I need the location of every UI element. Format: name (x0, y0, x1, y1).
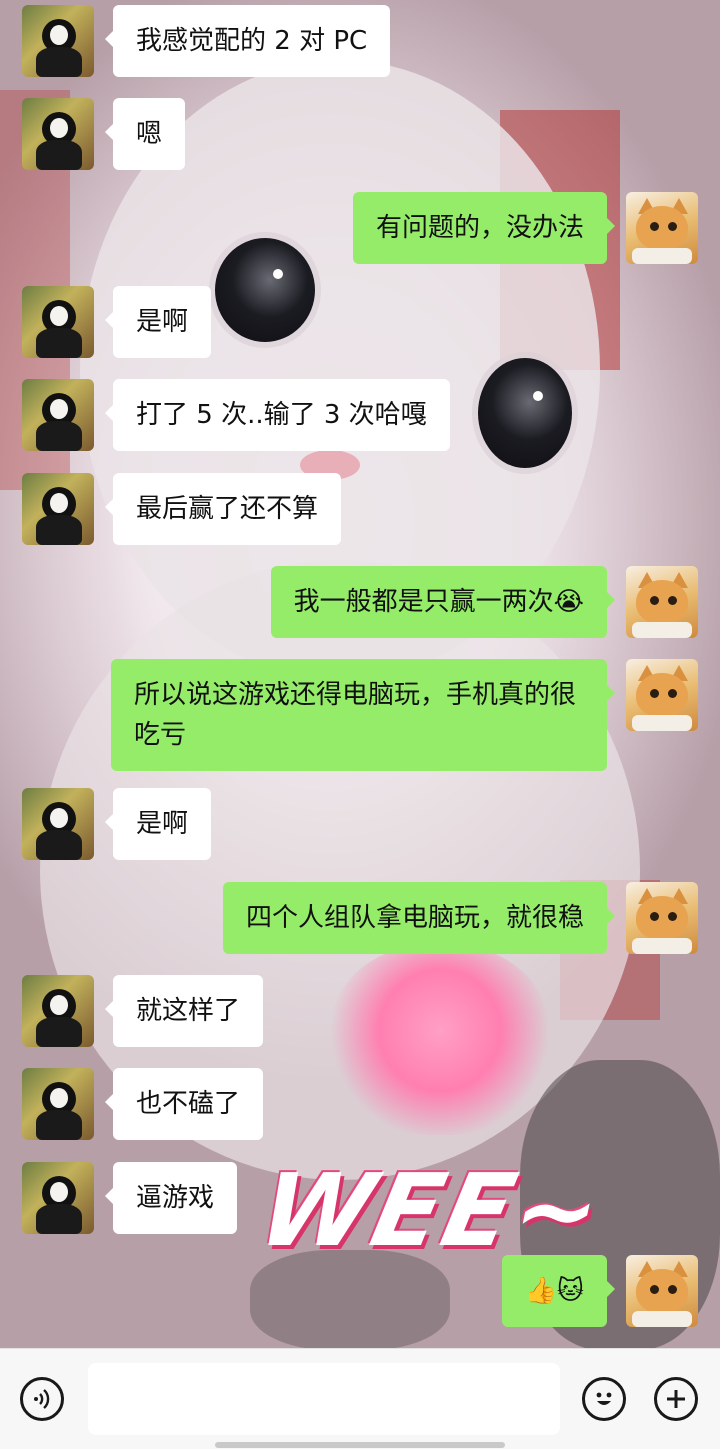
friend-avatar[interactable] (22, 788, 94, 860)
message-bubble[interactable]: 四个人组队拿电脑玩，就很稳 (222, 882, 616, 954)
message-bubble[interactable]: 我一般都是只赢一两次😭 (270, 566, 616, 638)
message-bubble[interactable]: 打了 5 次..输了 3 次哈嘎 (105, 379, 450, 451)
my-avatar[interactable] (626, 192, 698, 264)
message-bubble[interactable]: 最后赢了还不算 (104, 473, 342, 545)
friend-avatar[interactable] (22, 1162, 94, 1234)
my-avatar[interactable] (626, 566, 698, 638)
heart-sticker (330, 945, 550, 1135)
emoji-message-bubble[interactable]: 👍🐱 (501, 1255, 616, 1327)
my-avatar[interactable] (626, 882, 698, 954)
plus-icon[interactable] (654, 1377, 698, 1421)
friend-avatar[interactable] (22, 98, 94, 170)
friend-avatar[interactable] (22, 379, 94, 451)
friend-avatar[interactable] (22, 975, 94, 1047)
my-avatar[interactable] (626, 659, 698, 731)
friend-avatar[interactable] (22, 5, 94, 77)
wee-overlay-text: WEE~ (249, 1152, 614, 1269)
chat-input-bar (0, 1348, 720, 1449)
friend-avatar[interactable] (22, 473, 94, 545)
friend-avatar[interactable] (22, 286, 94, 358)
home-indicator (215, 1442, 505, 1448)
message-bubble[interactable]: 嗯 (104, 98, 186, 170)
message-input[interactable] (88, 1363, 560, 1435)
emoji-icon[interactable] (582, 1377, 626, 1421)
friend-avatar[interactable] (22, 1068, 94, 1140)
message-bubble[interactable]: 有问题的，没办法 (352, 192, 616, 264)
voice-icon[interactable] (20, 1377, 64, 1421)
smiley-glyph (596, 1392, 612, 1405)
message-bubble[interactable]: 我感觉配的 2 对 PC (104, 5, 391, 77)
message-bubble[interactable]: 逼游戏 (104, 1162, 238, 1234)
message-bubble[interactable]: 是啊 (104, 788, 212, 860)
my-avatar[interactable] (626, 1255, 698, 1327)
message-bubble[interactable]: 是啊 (104, 286, 212, 358)
message-bubble[interactable]: 也不磕了 (104, 1068, 264, 1140)
message-bubble[interactable]: 所以说这游戏还得电脑玩，手机真的很吃亏 (111, 659, 615, 771)
plus-glyph (667, 1390, 685, 1408)
message-bubble[interactable]: 就这样了 (104, 975, 264, 1047)
voice-wave-glyph (34, 1389, 50, 1409)
